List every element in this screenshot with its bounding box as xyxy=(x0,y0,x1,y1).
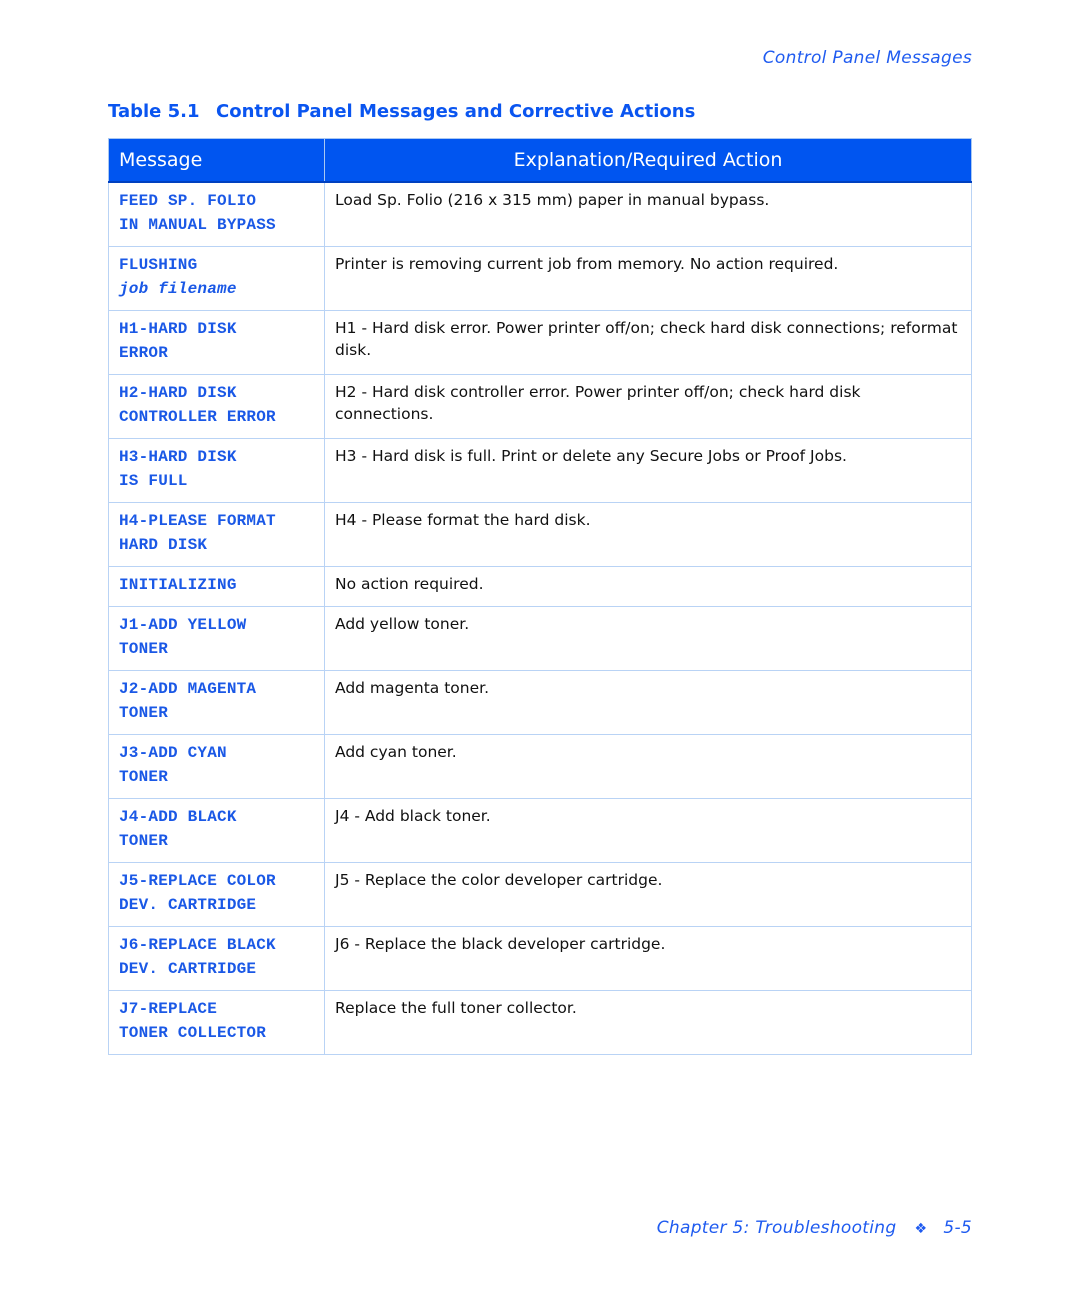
message-cell: J2-ADD MAGENTA TONER xyxy=(108,670,325,735)
table-row: H4-PLEASE FORMAT HARD DISK H4 - Please for… xyxy=(108,502,972,567)
table-row: FLUSHING job filename Printer is removing … xyxy=(108,246,972,311)
table-row: J6-REPLACE BLACK DEV. CARTRIDGE J6 - Repla… xyxy=(108,926,972,991)
message-line: job filename xyxy=(119,280,237,298)
explanation-cell: H3 - Hard disk is full. Print or delete … xyxy=(324,438,972,503)
explanation-cell: Add yellow toner. xyxy=(324,606,972,671)
message-line: J2-ADD MAGENTA xyxy=(119,680,257,698)
explanation-cell: Add cyan toner. xyxy=(324,734,972,799)
message-line: H4-PLEASE FORMAT xyxy=(119,512,276,530)
explanation-cell: No action required. xyxy=(324,566,972,607)
explanation-cell: Add magenta toner. xyxy=(324,670,972,735)
diamond-bullet-icon: ❖ xyxy=(914,1221,928,1237)
table-row: J5-REPLACE COLOR DEV. CARTRIDGE J5 - Repla… xyxy=(108,862,972,927)
message-line: DEV. CARTRIDGE xyxy=(119,896,257,914)
message-line: J1-ADD YELLOW xyxy=(119,616,247,634)
message-cell: J6-REPLACE BLACK DEV. CARTRIDGE xyxy=(108,926,325,991)
table-row: J1-ADD YELLOW TONER Add yellow toner. xyxy=(108,606,972,671)
explanation-cell: Printer is removing current job from mem… xyxy=(324,246,972,311)
explanation-cell: J5 - Replace the color developer cartrid… xyxy=(324,862,972,927)
message-line: TONER xyxy=(119,704,169,722)
table-row: INITIALIZING No action required. xyxy=(108,566,972,607)
page-number: 5-5 xyxy=(943,1218,972,1238)
chapter-label: Chapter 5: Troubleshooting xyxy=(656,1218,897,1238)
message-line: ERROR xyxy=(119,344,169,362)
table-body: FEED SP. FOLIO IN MANUAL BYPASS Load Sp. F… xyxy=(108,181,972,1055)
table-row: J2-ADD MAGENTA TONER Add magenta toner. xyxy=(108,670,972,735)
message-line: TONER xyxy=(119,640,169,658)
message-line: FEED SP. FOLIO xyxy=(119,192,257,210)
message-cell: J4-ADD BLACK TONER xyxy=(108,798,325,863)
explanation-cell: Load Sp. Folio (216 x 315 mm) paper in m… xyxy=(324,181,972,247)
message-cell: INITIALIZING xyxy=(108,566,325,607)
control-panel-messages-table: Message Explanation/Required Action FEED… xyxy=(108,138,972,1055)
message-line: H1-HARD DISK xyxy=(119,320,237,338)
message-line: IN MANUAL BYPASS xyxy=(119,216,276,234)
message-cell: H4-PLEASE FORMAT HARD DISK xyxy=(108,502,325,567)
table-row: J3-ADD CYAN TONER Add cyan toner. xyxy=(108,734,972,799)
table-row: J4-ADD BLACK TONER J4 - Add black toner. xyxy=(108,798,972,863)
explanation-cell: J6 - Replace the black developer cartrid… xyxy=(324,926,972,991)
table-caption: Table 5.1 Control Panel Messages and Corr… xyxy=(108,101,695,122)
message-line: CONTROLLER ERROR xyxy=(119,408,276,426)
message-line: INITIALIZING xyxy=(119,576,237,594)
running-header: Control Panel Messages xyxy=(762,48,972,68)
message-line: HARD DISK xyxy=(119,536,208,554)
message-line: TONER COLLECTOR xyxy=(119,1024,267,1042)
message-cell: J5-REPLACE COLOR DEV. CARTRIDGE xyxy=(108,862,325,927)
explanation-cell: H2 - Hard disk controller error. Power p… xyxy=(324,374,972,439)
message-line: J7-REPLACE xyxy=(119,1000,218,1018)
explanation-cell: J4 - Add black toner. xyxy=(324,798,972,863)
explanation-cell: H4 - Please format the hard disk. xyxy=(324,502,972,567)
column-header-message: Message xyxy=(108,138,325,183)
message-cell: H2-HARD DISK CONTROLLER ERROR xyxy=(108,374,325,439)
table-row: J7-REPLACE TONER COLLECTOR Replace the ful… xyxy=(108,990,972,1055)
message-cell: FEED SP. FOLIO IN MANUAL BYPASS xyxy=(108,181,325,247)
table-title: Control Panel Messages and Corrective Ac… xyxy=(216,101,696,122)
table-header-row: Message Explanation/Required Action xyxy=(108,138,972,183)
table-row: H3-HARD DISK IS FULL H3 - Hard disk is ful… xyxy=(108,438,972,503)
table-row: H2-HARD DISK CONTROLLER ERROR H2 - Hard di… xyxy=(108,374,972,439)
message-line: FLUSHING xyxy=(119,256,198,274)
page-footer: Chapter 5: Troubleshooting ❖ 5-5 xyxy=(657,1218,972,1238)
column-header-explanation: Explanation/Required Action xyxy=(324,138,972,183)
message-line: DEV. CARTRIDGE xyxy=(119,960,257,978)
explanation-cell: Replace the full toner collector. xyxy=(324,990,972,1055)
table-number: Table 5.1 xyxy=(108,101,200,122)
message-line: TONER xyxy=(119,768,169,786)
message-line: H2-HARD DISK xyxy=(119,384,237,402)
message-cell: H1-HARD DISK ERROR xyxy=(108,310,325,375)
message-line: J4-ADD BLACK xyxy=(119,808,237,826)
message-cell: J1-ADD YELLOW TONER xyxy=(108,606,325,671)
message-line: J5-REPLACE COLOR xyxy=(119,872,276,890)
message-line: J6-REPLACE BLACK xyxy=(119,936,276,954)
message-line: TONER xyxy=(119,832,169,850)
message-cell: H3-HARD DISK IS FULL xyxy=(108,438,325,503)
message-cell: FLUSHING job filename xyxy=(108,246,325,311)
message-line: J3-ADD CYAN xyxy=(119,744,227,762)
message-cell: J7-REPLACE TONER COLLECTOR xyxy=(108,990,325,1055)
message-line: IS FULL xyxy=(119,472,188,490)
table-row: H1-HARD DISK ERROR H1 - Hard disk error. P… xyxy=(108,310,972,375)
message-line: H3-HARD DISK xyxy=(119,448,237,466)
explanation-cell: H1 - Hard disk error. Power printer off/… xyxy=(324,310,972,375)
message-cell: J3-ADD CYAN TONER xyxy=(108,734,325,799)
table-row: FEED SP. FOLIO IN MANUAL BYPASS Load Sp. F… xyxy=(108,181,972,247)
